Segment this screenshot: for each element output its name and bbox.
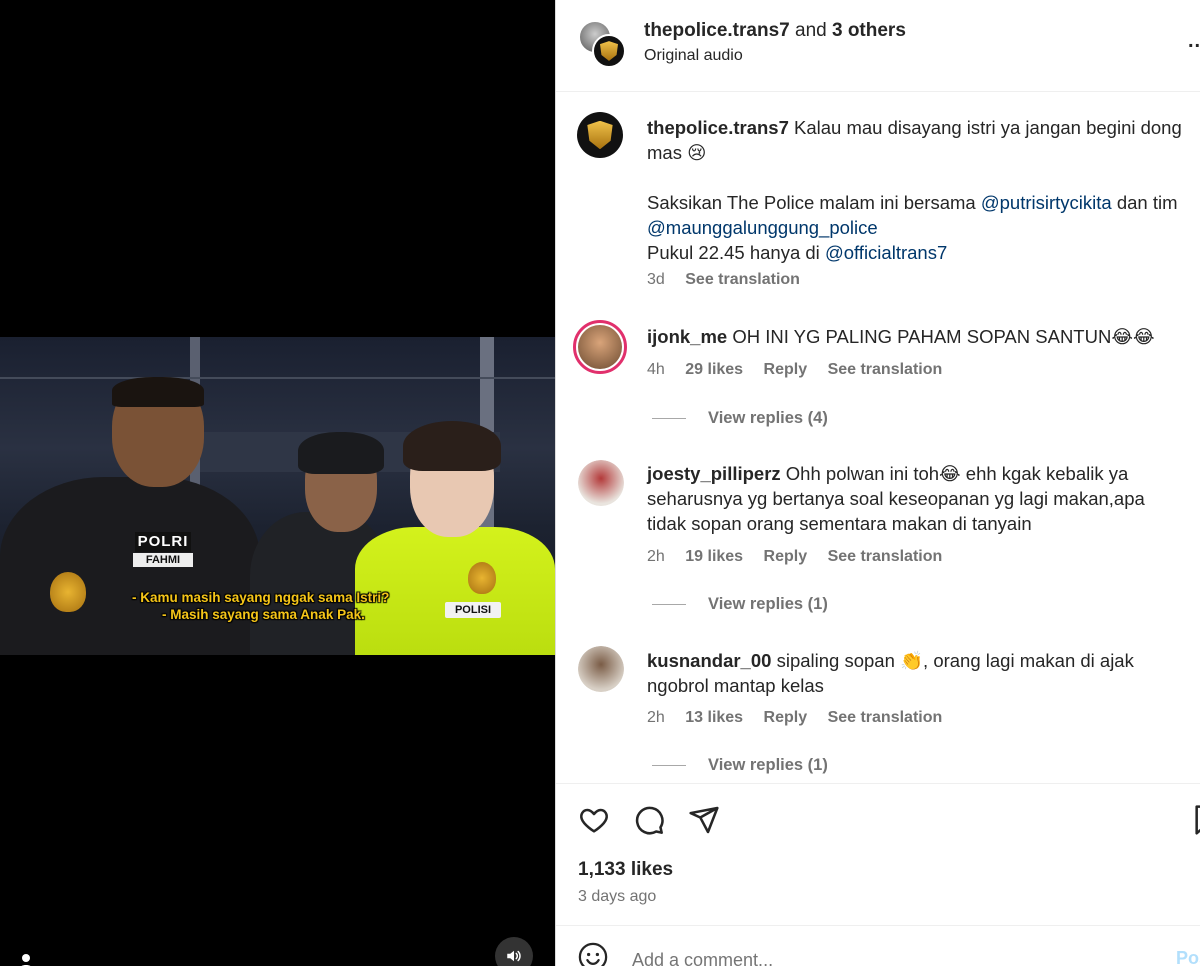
comment-bubble-icon[interactable] — [633, 804, 665, 836]
comment-text: joesty_pilliperz Ohh polwan ini toh😂 ehh… — [647, 461, 1187, 536]
see-translation-link[interactable]: See translation — [828, 548, 943, 565]
mention-link[interactable]: @officialtrans7 — [825, 242, 947, 263]
caption-line-3: Pukul 22.45 hanya di — [647, 242, 820, 263]
see-translation-link[interactable]: See translation — [828, 361, 943, 378]
like-heart-icon[interactable] — [578, 804, 610, 836]
avatar[interactable] — [592, 34, 626, 68]
more-options-button[interactable]: ... — [1188, 30, 1200, 53]
comment-input[interactable] — [632, 950, 1132, 966]
name-patch: FAHMI — [133, 553, 193, 567]
reply-button[interactable]: Reply — [764, 361, 808, 378]
comment-username[interactable]: kusnandar_00 — [647, 650, 771, 671]
see-translation-link[interactable]: See translation — [685, 271, 800, 288]
caption-line-2-mid: dan tim — [1116, 192, 1178, 213]
post-sidebar: thepolice.trans7 and 3 others Original a… — [555, 0, 1200, 966]
audio-toggle-button[interactable] — [495, 937, 533, 966]
comment-likes[interactable]: 13 likes — [685, 709, 743, 726]
video-subtitle-line-2: - Masih sayang sama Anak Pak. — [162, 607, 365, 622]
emoji-icon[interactable] — [578, 942, 608, 966]
mention-link[interactable]: @maunggalunggung_police — [647, 217, 878, 238]
post-timestamp[interactable]: 3 days ago — [578, 888, 656, 906]
see-translation-link[interactable]: See translation — [828, 709, 943, 726]
comment-likes[interactable]: 19 likes — [685, 548, 743, 565]
reply-button[interactable]: Reply — [764, 548, 808, 565]
comment-time[interactable]: 2h — [647, 548, 665, 565]
caption-text: thepolice.trans7 Kalau mau disayang istr… — [647, 115, 1187, 265]
view-replies-label: View replies (1) — [708, 756, 828, 774]
comment-username[interactable]: ijonk_me — [647, 326, 727, 347]
view-replies-button[interactable]: View replies (1) — [652, 595, 828, 614]
post-author[interactable]: thepolice.trans7 and 3 others — [644, 20, 906, 42]
post-comment-button[interactable]: Post — [1176, 948, 1200, 966]
caption-line-2: Saksikan The Police malam ini bersama — [647, 192, 976, 213]
audio-link[interactable]: Original audio — [644, 47, 743, 65]
comment-time[interactable]: 4h — [647, 361, 665, 378]
likes-count[interactable]: 1,133 likes — [578, 859, 673, 881]
comment-meta: 2h 19 likes Reply See translation — [647, 548, 958, 566]
view-replies-label: View replies (1) — [708, 595, 828, 613]
polri-patch: POLRI — [135, 532, 191, 552]
comment-time[interactable]: 2h — [647, 709, 665, 726]
video-player[interactable]: POLRI FAHMI POLISI - Kamu masih sayang n… — [0, 0, 555, 966]
comment-body: OH INI YG PALING PAHAM SOPAN SANTUN😂😂 — [732, 326, 1155, 347]
avatar[interactable] — [578, 460, 624, 506]
author-username[interactable]: thepolice.trans7 — [644, 20, 790, 41]
comment-text: ijonk_me OH INI YG PALING PAHAM SOPAN SA… — [647, 324, 1187, 349]
tagged-user-icon[interactable] — [14, 950, 38, 966]
save-bookmark-icon[interactable] — [1190, 804, 1200, 836]
post-actions: 1,133 likes 3 days ago — [556, 783, 1200, 928]
view-replies-button[interactable]: View replies (4) — [652, 409, 828, 428]
view-replies-button[interactable]: View replies (1) — [652, 756, 828, 775]
comment-likes[interactable]: 29 likes — [685, 361, 743, 378]
polisi-patch: POLISI — [445, 602, 501, 618]
comment-username[interactable]: joesty_pilliperz — [647, 463, 781, 484]
avatar[interactable] — [573, 320, 627, 374]
caption-username[interactable]: thepolice.trans7 — [647, 117, 789, 138]
mention-link[interactable]: @putrisirtycikita — [981, 192, 1112, 213]
others-link[interactable]: 3 others — [832, 20, 906, 41]
comment-meta: 4h 29 likes Reply See translation — [647, 361, 958, 379]
caption-time[interactable]: 3d — [647, 271, 665, 288]
caption-meta: 3d See translation — [647, 271, 816, 289]
video-subtitle-line-1: - Kamu masih sayang nggak sama Istri? — [132, 590, 390, 605]
comment-text: kusnandar_00 sipaling sopan 👏, orang lag… — [647, 648, 1187, 698]
view-replies-label: View replies (4) — [708, 409, 828, 427]
post-header: thepolice.trans7 and 3 others Original a… — [556, 0, 1200, 92]
speaker-icon — [507, 950, 521, 962]
share-send-icon[interactable] — [688, 804, 720, 836]
comment-meta: 2h 13 likes Reply See translation — [647, 709, 958, 727]
comments-list[interactable]: thepolice.trans7 Kalau mau disayang istr… — [556, 93, 1200, 783]
and-text: and — [795, 20, 827, 41]
reply-button[interactable]: Reply — [764, 709, 808, 726]
add-comment-bar: Post — [556, 925, 1200, 966]
avatar[interactable] — [578, 646, 624, 692]
avatar[interactable] — [577, 112, 623, 158]
collab-avatars[interactable] — [578, 20, 626, 68]
